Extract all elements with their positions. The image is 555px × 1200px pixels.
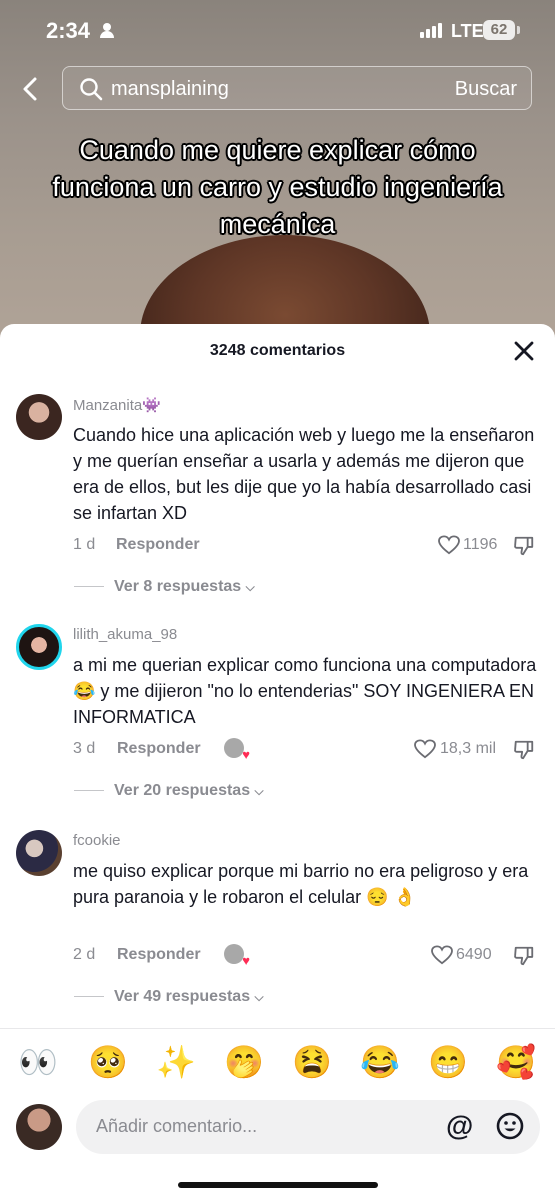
dislike-icon[interactable] — [513, 535, 535, 557]
status-time: 2:34 — [46, 18, 91, 43]
emoji-smiling-hearts[interactable]: 🥰 — [496, 1043, 536, 1081]
comment-text: me quiso explicar porque mi barrio no er… — [73, 861, 529, 907]
close-icon[interactable] — [513, 340, 535, 362]
search-bar[interactable]: mansplaining Buscar — [62, 66, 532, 110]
comment-input-placeholder: Añadir comentario... — [96, 1116, 258, 1136]
emoji-eyes[interactable]: 👀 — [18, 1043, 58, 1081]
mention-button[interactable]: @ — [446, 1110, 473, 1142]
like-count: 18,3 mil — [440, 740, 497, 757]
search-button[interactable]: Buscar — [455, 78, 517, 101]
avatar[interactable] — [16, 394, 62, 440]
creator-liked-avatar — [224, 944, 250, 968]
comment-username[interactable]: lilith_akuma_98 — [73, 626, 177, 643]
heart-icon[interactable] — [438, 535, 460, 555]
creator-liked-avatar — [224, 738, 250, 762]
reply-button[interactable]: Responder — [117, 946, 201, 964]
emoji-pleading[interactable]: 🥺 — [88, 1043, 128, 1081]
view-replies-label: Ver 20 respuestas — [114, 782, 251, 799]
comment-text: a mi me querian explicar como funciona u… — [73, 655, 537, 727]
like-count: 6490 — [456, 946, 492, 963]
chevron-down-icon: ⌵ — [245, 580, 255, 594]
comment-age: 2 d — [73, 946, 96, 963]
view-replies-label: Ver 49 respuestas — [114, 988, 251, 1005]
heart-icon[interactable] — [431, 945, 453, 965]
chevron-down-icon: ⌵ — [254, 990, 264, 1004]
comment-username[interactable]: fcookie — [73, 832, 121, 849]
emoji-hand-over-mouth[interactable]: 🤭 — [224, 1043, 264, 1081]
video-caption: Cuando me quiere explicar cómo funciona … — [52, 135, 503, 239]
view-replies-button[interactable]: Ver 20 respuestas ⌵ — [74, 782, 264, 800]
search-input[interactable]: mansplaining — [111, 78, 229, 101]
battery-icon: 62 — [483, 20, 515, 40]
emoji-tired[interactable]: 😫 — [292, 1043, 332, 1081]
avatar — [16, 1104, 62, 1150]
replies-divider — [74, 790, 104, 792]
replies-divider — [74, 996, 104, 998]
replies-divider — [74, 586, 104, 588]
emoji-sparkles[interactable]: ✨ — [156, 1043, 196, 1081]
view-replies-button[interactable]: Ver 49 respuestas ⌵ — [74, 988, 264, 1006]
network-label: LTE — [451, 21, 484, 41]
view-replies-button[interactable]: Ver 8 respuestas ⌵ — [74, 578, 255, 596]
person-icon — [100, 23, 114, 38]
back-arrow-icon[interactable] — [18, 76, 44, 102]
signal-icon — [420, 22, 446, 38]
avatar[interactable] — [16, 830, 62, 876]
emoji-tears-of-joy[interactable]: 😂 — [360, 1043, 400, 1081]
comment-username[interactable]: Manzanita👾 — [73, 396, 161, 414]
emoji-grin[interactable]: 😁 — [428, 1043, 468, 1081]
search-icon — [80, 78, 103, 101]
comment-age: 1 d — [73, 536, 96, 553]
comment-input[interactable]: Añadir comentario... @ — [76, 1100, 540, 1154]
battery-tip — [517, 26, 520, 34]
emoji-picker-icon[interactable] — [496, 1112, 524, 1140]
view-replies-label: Ver 8 respuestas — [114, 578, 242, 595]
home-indicator — [178, 1182, 378, 1188]
reply-button[interactable]: Responder — [117, 740, 201, 758]
heart-icon[interactable] — [414, 739, 436, 759]
like-count: 1196 — [463, 536, 498, 553]
avatar[interactable] — [16, 624, 62, 670]
comments-count-title: 3248 comentarios — [209, 342, 346, 359]
comment-age: 3 d — [73, 740, 96, 757]
emoji-quick-bar: 👀 🥺 ✨ 🤭 😫 😂 😁 🥰 — [0, 1028, 555, 1101]
reply-button[interactable]: Responder — [116, 536, 200, 554]
dislike-icon[interactable] — [513, 945, 535, 967]
status-bar: 2:34 LTE 62 — [0, 0, 555, 62]
comment-input-row: Añadir comentario... @ — [0, 1098, 555, 1158]
comment-text: Cuando hice una aplicación web y luego m… — [73, 425, 535, 523]
dislike-icon[interactable] — [513, 739, 535, 761]
chevron-down-icon: ⌵ — [254, 784, 264, 798]
